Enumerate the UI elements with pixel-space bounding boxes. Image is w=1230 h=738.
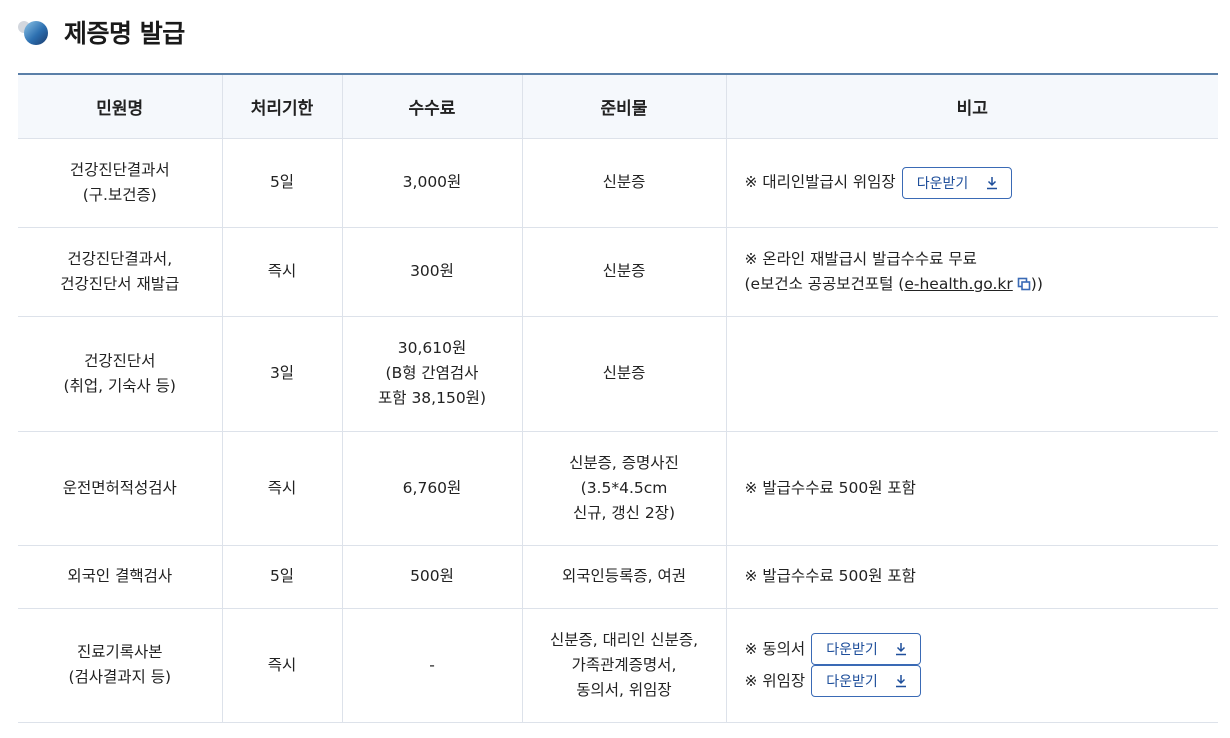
- cell-period: 즉시: [222, 227, 343, 317]
- download-icon: [986, 176, 997, 189]
- cell-name: 건강진단결과서 (구.보건증): [18, 138, 223, 228]
- section-title: 제증명 발급: [64, 19, 185, 48]
- prep-line: 동의서, 위임장: [576, 680, 672, 699]
- cell-prep: 외국인등록증, 여권: [522, 545, 727, 609]
- table-row: 외국인 결핵검사 5일 500원 외국인등록증, 여권 ※ 발급수수료 500원…: [18, 545, 1218, 609]
- cell-period: 5일: [222, 138, 343, 228]
- table-row: 건강진단결과서 (구.보건증) 5일 3,000원 신분증 ※ 대리인발급시 위…: [18, 138, 1218, 228]
- cell-note: [726, 316, 1218, 432]
- cell-name: 건강진단서 (취업, 기숙사 등): [18, 316, 223, 432]
- cell-period: 즉시: [222, 431, 343, 546]
- prep-line: 가족관계증명서,: [571, 655, 677, 674]
- download-button-label: 다운받기: [916, 175, 969, 192]
- cell-fee: 30,610원 (B형 간염검사 포함 38,150원): [342, 316, 523, 432]
- name-line: 운전면허적성검사: [62, 478, 177, 497]
- cell-name: 운전면허적성검사: [18, 431, 223, 546]
- cell-prep: 신분증, 증명사진 (3.5*4.5cm 신규, 갱신 2장): [522, 431, 727, 546]
- cell-period: 3일: [222, 316, 343, 432]
- cell-fee: 6,760원: [342, 431, 523, 546]
- cell-fee: 3,000원: [342, 138, 523, 228]
- table-row: 운전면허적성검사 즉시 6,760원 신분증, 증명사진 (3.5*4.5cm …: [18, 431, 1218, 546]
- cell-note: ※ 동의서 다운받기 ※ 위임장 다운받기: [726, 608, 1218, 723]
- cell-fee: -: [342, 608, 523, 723]
- prep-line: 신분증: [602, 364, 646, 382]
- section-header: 제증명 발급: [18, 14, 185, 50]
- name-line: 건강진단서 재발급: [60, 274, 180, 293]
- cell-period: 5일: [222, 545, 343, 609]
- name-line: 건강진단서: [84, 351, 156, 370]
- cell-period: 즉시: [222, 608, 343, 723]
- consent-form-download-button[interactable]: 다운받기: [811, 633, 922, 665]
- e-health-link[interactable]: e-health.go.kr: [904, 274, 1031, 293]
- cell-fee: 300원: [342, 227, 523, 317]
- fee-line: 500원: [410, 567, 454, 585]
- cell-prep: 신분증: [522, 227, 727, 317]
- table-row: 진료기록사본 (검사결과지 등) 즉시 - 신분증, 대리인 신분증, 가족관계…: [18, 608, 1218, 723]
- title-bullet-icon: [18, 15, 52, 49]
- name-line: 외국인 결핵검사: [67, 567, 173, 585]
- header-fee: 수수료: [342, 74, 523, 139]
- certificate-table: 민원명 처리기한 수수료 준비물 비고 건강진단결과서 (구.보건증) 5일 3…: [18, 73, 1218, 723]
- name-line: 건강진단결과서,: [67, 249, 173, 268]
- fee-line: 6,760원: [402, 478, 462, 497]
- table-row: 건강진단서 (취업, 기숙사 등) 3일 30,610원 (B형 간염검사 포함…: [18, 316, 1218, 432]
- cell-fee: 500원: [342, 545, 523, 609]
- header-period: 처리기한: [222, 74, 343, 139]
- header-prep: 준비물: [522, 74, 727, 139]
- fee-line: 3,000원: [402, 173, 462, 191]
- note-text: ※ 동의서: [744, 639, 806, 658]
- table-header-row: 민원명 처리기한 수수료 준비물 비고: [18, 74, 1218, 139]
- name-line: (검사결과지 등): [68, 668, 172, 686]
- prep-line: 신분증: [602, 173, 646, 191]
- note-prefix: (e보건소 공공보건포털 (: [744, 274, 905, 293]
- link-text: e-health.go.kr: [904, 274, 1013, 293]
- cell-prep: 신분증, 대리인 신분증, 가족관계증명서, 동의서, 위임장: [522, 608, 727, 723]
- cell-prep: 신분증: [522, 138, 727, 228]
- name-line: 진료기록사본: [76, 643, 163, 661]
- cell-name: 진료기록사본 (검사결과지 등): [18, 608, 223, 723]
- prep-line: 신분증, 대리인 신분증,: [549, 630, 699, 649]
- note-line: (e보건소 공공보건포털 (e-health.go.kr)): [745, 272, 1213, 297]
- name-line: (취업, 기숙사 등): [63, 376, 176, 395]
- header-note: 비고: [726, 74, 1218, 139]
- download-button-label: 다운받기: [826, 674, 878, 690]
- external-link-icon: [1017, 277, 1031, 290]
- prep-line: 신분증: [602, 262, 646, 280]
- prep-line: (3.5*4.5cm: [580, 478, 668, 497]
- proxy-letter-download-button[interactable]: 다운받기: [811, 665, 922, 697]
- cell-name: 외국인 결핵검사: [18, 545, 223, 609]
- cell-name: 건강진단결과서, 건강진단서 재발급: [18, 227, 223, 317]
- name-line: 건강진단결과서: [69, 160, 170, 179]
- fee-line: 30,610원: [397, 339, 467, 357]
- header-name: 민원명: [18, 74, 223, 139]
- download-button-label: 다운받기: [826, 642, 878, 658]
- download-icon: [896, 643, 907, 656]
- fee-line: -: [429, 655, 435, 674]
- cell-note: ※ 발급수수료 500원 포함: [726, 545, 1218, 609]
- note-text: ※ 위임장: [744, 671, 806, 690]
- note-line: ※ 온라인 재발급시 발급수수료 무료: [744, 249, 977, 268]
- note-text: ※ 대리인발급시 위임장: [744, 173, 896, 191]
- table-row: 건강진단결과서, 건강진단서 재발급 즉시 300원 신분증 ※ 온라인 재발급…: [18, 227, 1218, 317]
- cell-note: ※ 발급수수료 500원 포함: [726, 431, 1218, 546]
- name-line: (구.보건증): [82, 185, 157, 204]
- proxy-letter-download-button[interactable]: 다운받기: [901, 166, 1012, 199]
- cell-note: ※ 온라인 재발급시 발급수수료 무료 (e보건소 공공보건포털 (e-heal…: [726, 227, 1218, 317]
- prep-line: 신규, 갱신 2장): [573, 503, 675, 522]
- cell-prep: 신분증: [522, 316, 727, 432]
- cell-note: ※ 대리인발급시 위임장 다운받기: [726, 138, 1218, 228]
- fee-line: (B형 간염검사: [385, 364, 479, 382]
- note-text: ※ 발급수수료 500원 포함: [744, 567, 916, 585]
- prep-line: 외국인등록증, 여권: [562, 567, 686, 585]
- fee-line: 300원: [410, 262, 454, 280]
- download-icon: [896, 675, 907, 688]
- note-suffix: )): [1030, 274, 1043, 293]
- prep-line: 신분증, 증명사진: [569, 453, 679, 472]
- fee-line: 포함 38,150원): [378, 389, 486, 407]
- note-text: ※ 발급수수료 500원 포함: [744, 478, 916, 497]
